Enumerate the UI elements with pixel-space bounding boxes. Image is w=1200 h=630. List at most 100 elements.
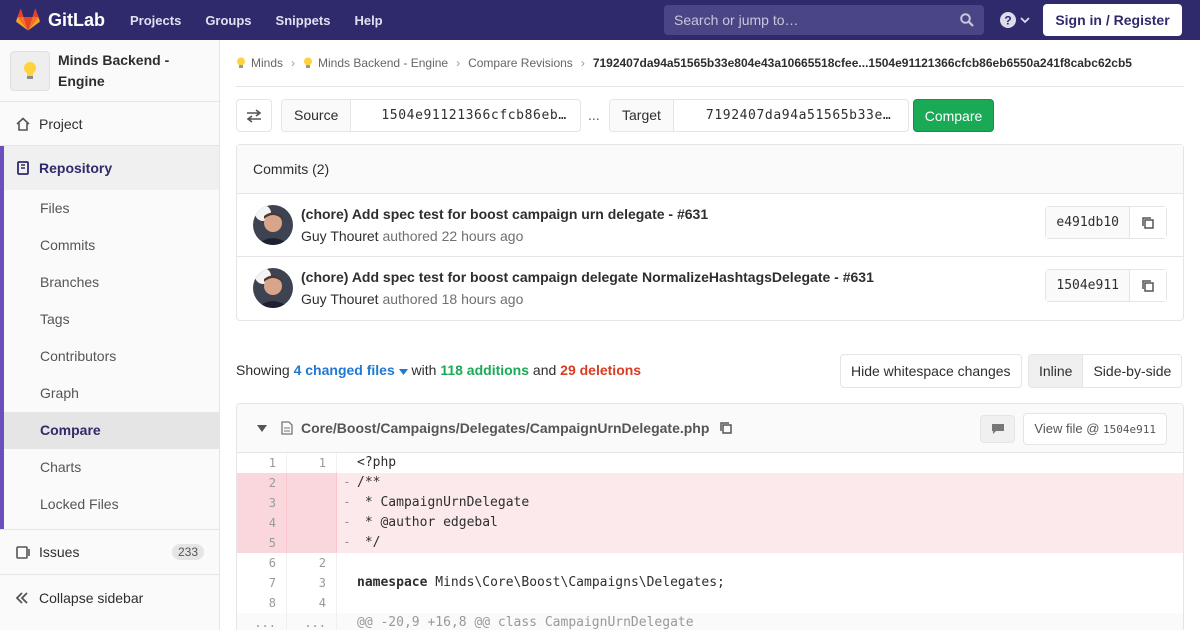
commit-title-link[interactable]: (chore) Add spec test for boost campaign… [301, 206, 708, 222]
search-input[interactable] [674, 12, 954, 28]
commit-sha-link[interactable]: 1504e911 [1046, 270, 1130, 301]
breadcrumb-item[interactable]: Minds Backend - Engine [303, 56, 448, 70]
code-text: Minds\Core\Boost\Campaigns\Delegates; [427, 575, 725, 590]
code-keyword: namespace [357, 575, 428, 590]
new-line-number[interactable]: 1 [287, 453, 337, 473]
new-line-number[interactable] [287, 473, 337, 493]
commit-time: 22 hours ago [441, 228, 524, 244]
gitlab-brand[interactable]: GitLab [16, 9, 105, 31]
new-line-number[interactable]: 4 [287, 593, 337, 613]
swap-arrows-icon [246, 108, 262, 123]
swap-revisions-button[interactable] [236, 99, 272, 132]
commit-meta: Guy Thouret authored 22 hours ago [301, 228, 523, 244]
code-text: */ [357, 535, 381, 550]
breadcrumb-item[interactable]: Compare Revisions [468, 56, 573, 70]
search-icon [960, 13, 974, 27]
commit-author-link[interactable]: Guy Thouret [301, 291, 379, 307]
source-ref-value[interactable]: 1504e91121366cfcb86eb6550a241f8cabc62cb5 [351, 100, 579, 131]
target-label: Target [610, 100, 674, 131]
copy-sha-button[interactable] [1130, 270, 1166, 301]
commit-author-link[interactable]: Guy Thouret [301, 228, 379, 244]
commits-list: Commits (2) (chore) Add spec test for bo… [236, 144, 1184, 321]
sidebar-item-label: Repository [39, 160, 113, 176]
author-avatar[interactable] [253, 205, 293, 245]
diff-file: Core/Boost/Campaigns/Delegates/CampaignU… [236, 403, 1184, 630]
sidebar-item-repository[interactable]: Repository [4, 146, 219, 190]
sign-in-button[interactable]: Sign in / Register [1043, 4, 1182, 36]
compare-button[interactable]: Compare [913, 99, 994, 132]
new-line-number[interactable]: 2 [287, 553, 337, 573]
commit-title-link[interactable]: (chore) Add spec test for boost campaign… [301, 269, 874, 285]
sidebar-item-files[interactable]: Files [4, 190, 219, 227]
commit-sha-link[interactable]: e491db10 [1046, 207, 1130, 238]
nav-snippets[interactable]: Snippets [276, 13, 331, 28]
sidebar-item-tags[interactable]: Tags [4, 301, 219, 338]
hide-whitespace-button[interactable]: Hide whitespace changes [840, 354, 1022, 388]
diff-line: 8 4 [237, 593, 1183, 613]
chevron-down-icon [1020, 17, 1030, 24]
nav-groups[interactable]: Groups [205, 13, 251, 28]
copy-sha-button[interactable] [1130, 207, 1166, 238]
copy-icon [1142, 216, 1154, 229]
sidebar-item-branches[interactable]: Branches [4, 264, 219, 301]
target-ref-value[interactable]: 7192407da94a51565b33e804e43a10665518cfee [674, 100, 907, 131]
question-circle-icon: ? [1000, 12, 1016, 28]
new-line-number[interactable]: 3 [287, 573, 337, 593]
nav-help[interactable]: Help [354, 13, 382, 28]
line-content: <?php [337, 453, 1183, 473]
sidebar-item-issues[interactable]: Issues 233 [0, 529, 219, 575]
avatar-image [253, 268, 293, 308]
sidebar-item-compare[interactable]: Compare [4, 412, 219, 449]
breadcrumb-current[interactable]: 7192407da94a51565b33e804e43a10665518cfee… [593, 56, 1132, 70]
toggle-comments-button[interactable] [980, 415, 1015, 443]
author-avatar[interactable] [253, 268, 293, 308]
commits-header: Commits (2) [237, 145, 1183, 194]
view-file-button[interactable]: View file @ 1504e911 [1023, 413, 1167, 445]
deletions-count: 29 deletions [560, 362, 642, 378]
sidebar-item-contributors[interactable]: Contributors [4, 338, 219, 375]
help-dropdown[interactable]: ? [1000, 12, 1030, 28]
old-line-number[interactable]: 5 [237, 533, 287, 553]
sidebar-item-label: Issues [39, 544, 80, 560]
old-line-number[interactable]: 3 [237, 493, 287, 513]
file-path-link[interactable]: Core/Boost/Campaigns/Delegates/CampaignU… [301, 420, 709, 436]
new-line-number[interactable] [287, 513, 337, 533]
line-content [337, 553, 1183, 573]
old-line-number[interactable]: 4 [237, 513, 287, 533]
collapse-sidebar-label: Collapse sidebar [39, 590, 144, 606]
changed-files-dropdown[interactable]: 4 changed files [294, 362, 408, 378]
project-header[interactable]: Minds Backend - Engine [0, 40, 219, 102]
sidebar-item-project[interactable]: Project [0, 102, 219, 146]
avatar-image [253, 205, 293, 245]
target-ref-selector[interactable]: Target 7192407da94a51565b33e804e43a10665… [609, 99, 909, 132]
new-line-number[interactable] [287, 493, 337, 513]
nav-projects[interactable]: Projects [130, 13, 181, 28]
sidebar-item-commits[interactable]: Commits [4, 227, 219, 264]
new-line-number[interactable] [287, 533, 337, 553]
hunk-header: @@ -20,9 +16,8 @@ class CampaignUrnDeleg… [357, 615, 694, 630]
code-text: /** [357, 475, 381, 490]
expand-above-button[interactable]: ... [237, 613, 287, 630]
svg-text:?: ? [1004, 14, 1011, 28]
sidebar-item-charts[interactable]: Charts [4, 449, 219, 486]
collapse-caret-icon[interactable] [257, 424, 267, 432]
nav-links: Projects Groups Snippets Help [130, 13, 407, 28]
old-line-number[interactable]: 6 [237, 553, 287, 573]
old-line-number[interactable]: 2 [237, 473, 287, 493]
collapse-sidebar-button[interactable]: Collapse sidebar [0, 575, 219, 621]
diff-view-toggle: Inline Side-by-side [1028, 354, 1183, 388]
inline-view-button[interactable]: Inline [1029, 355, 1084, 387]
old-line-number[interactable]: 8 [237, 593, 287, 613]
stats-showing: Showing [236, 362, 290, 378]
main-content: Minds › Minds Backend - Engine › Compare… [236, 40, 1184, 630]
sidebar-item-graph[interactable]: Graph [4, 375, 219, 412]
sidebar-item-locked-files[interactable]: Locked Files [4, 486, 219, 523]
source-ref-selector[interactable]: Source 1504e91121366cfcb86eb6550a241f8ca… [281, 99, 581, 132]
side-by-side-view-button[interactable]: Side-by-side [1083, 355, 1182, 387]
old-line-number[interactable]: 7 [237, 573, 287, 593]
copy-icon[interactable] [719, 421, 733, 435]
breadcrumb-item[interactable]: Minds [236, 56, 283, 70]
diff-line-removed: 5 - */ [237, 533, 1183, 553]
expand-below-button[interactable]: ... [287, 613, 337, 630]
old-line-number[interactable]: 1 [237, 453, 287, 473]
